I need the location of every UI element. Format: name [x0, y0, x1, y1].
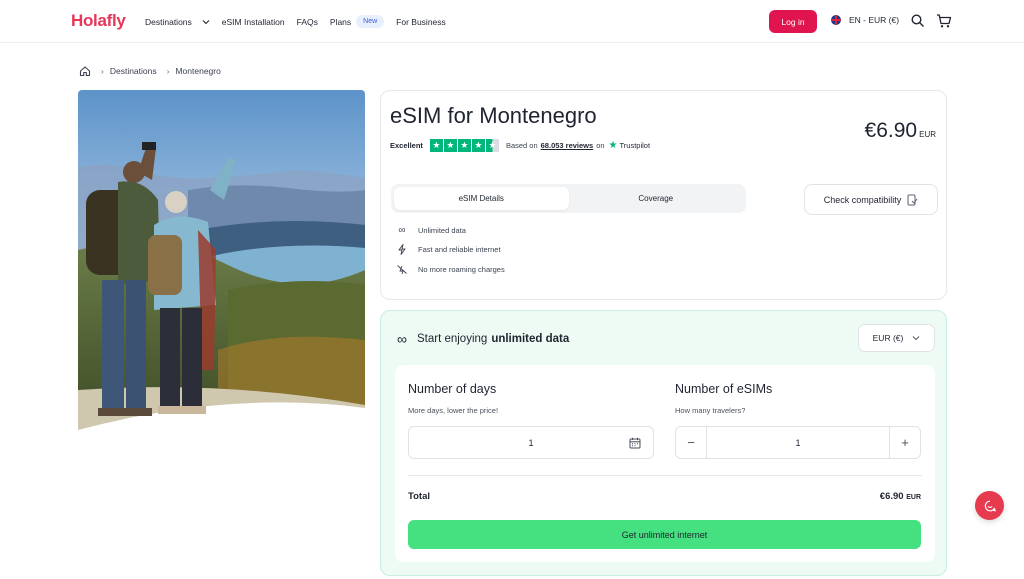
days-value: 1: [528, 437, 534, 448]
feature-no-roaming: No more roaming charges: [396, 264, 505, 275]
currency-select-value: EUR (€): [872, 333, 904, 343]
esims-value[interactable]: 1: [676, 438, 920, 448]
total-value: €6.90 EUR: [880, 491, 921, 502]
increment-button[interactable]: +: [889, 427, 920, 458]
infinity-icon: ∞: [398, 225, 406, 236]
new-badge: New: [356, 15, 385, 28]
infinity-icon: ∞: [397, 331, 407, 347]
trustpilot-logo: ★ Trustpilot: [609, 140, 651, 151]
login-button[interactable]: Log in: [769, 10, 817, 33]
currency-select[interactable]: EUR (€): [858, 324, 935, 352]
reviews-prefix: Based on: [505, 141, 538, 150]
plan-form: Number of days More days, lower the pric…: [395, 365, 935, 562]
cart-icon[interactable]: [936, 13, 952, 29]
reviews-link[interactable]: 68.053 reviews: [541, 141, 594, 150]
esims-title: Number of eSIMs: [675, 382, 773, 396]
plan-card: ∞ Start enjoying unlimited data EUR (€) …: [380, 310, 947, 576]
nav-faqs-label: FAQs: [296, 16, 318, 27]
breadcrumb: › Destinations › Montenegro: [79, 64, 221, 78]
days-date-field[interactable]: 1: [408, 426, 654, 459]
chevron-down-icon: [202, 19, 210, 24]
star-icon: ★: [457, 139, 471, 152]
product-tabs: eSIM Details Coverage: [391, 184, 746, 213]
language-selector[interactable]: EN - EUR (€): [831, 15, 899, 25]
breadcrumb-montenegro: Montenegro: [175, 66, 221, 76]
feature-label: No more roaming charges: [418, 265, 505, 274]
nav-plans[interactable]: Plans New: [329, 15, 385, 28]
check-compatibility-button[interactable]: Check compatibility: [804, 184, 938, 215]
esims-quantity-stepper: − 1 +: [675, 426, 921, 459]
breadcrumb-destinations[interactable]: Destinations: [110, 66, 157, 76]
feature-unlimited-data: ∞ Unlimited data: [396, 225, 466, 236]
star-icon: ★: [443, 139, 457, 152]
phone-check-icon: [907, 194, 918, 205]
check-compatibility-label: Check compatibility: [823, 194, 902, 205]
trustpilot-label: Trustpilot: [619, 141, 651, 150]
nav-plans-label: Plans: [329, 16, 352, 27]
plan-heading: ∞ Start enjoying unlimited data: [397, 331, 569, 347]
star-icon: ★: [429, 139, 443, 152]
trustpilot-rating: Excellent ★ ★ ★ ★ ★ Based on 68.053 revi…: [390, 139, 650, 152]
nav-destinations-label: Destinations: [145, 16, 192, 27]
tab-esim-details[interactable]: eSIM Details: [394, 187, 569, 210]
esims-subtitle: How many travelers?: [675, 406, 746, 415]
days-subtitle: More days, lower the price!: [408, 406, 499, 415]
product-card: eSIM for Montenegro Excellent ★ ★ ★ ★ ★ …: [380, 90, 947, 300]
divider: [408, 475, 922, 476]
total-label: Total: [408, 491, 430, 502]
chevron-right-icon: ›: [101, 66, 104, 76]
rating-stars: ★ ★ ★ ★ ★: [429, 139, 500, 152]
travelers-hero-image: [78, 90, 365, 433]
main-nav: Destinations eSIM Installation FAQs Plan…: [145, 0, 458, 43]
language-label: EN - EUR (€): [849, 15, 900, 25]
feature-fast-internet: Fast and reliable internet: [396, 244, 501, 255]
total-amount: €6.90: [879, 491, 904, 502]
half-star-icon: ★: [485, 139, 499, 152]
tab-coverage[interactable]: Coverage: [569, 187, 744, 210]
days-title: Number of days: [408, 382, 497, 396]
star-icon: ★: [471, 139, 485, 152]
rating-word: Excellent: [390, 141, 423, 150]
flag-uk-icon: [831, 15, 841, 25]
feature-label: Fast and reliable internet: [418, 245, 501, 254]
nav-esim-installation[interactable]: eSIM Installation: [222, 17, 285, 27]
price-currency: EUR: [919, 130, 936, 139]
bolt-icon: [398, 244, 406, 255]
nav-esim-installation-label: eSIM Installation: [221, 16, 285, 27]
no-roaming-icon: [397, 265, 407, 275]
top-header: Holafly Destinations eSIM Installation F…: [0, 0, 1024, 43]
nav-destinations[interactable]: Destinations: [145, 17, 210, 27]
nav-for-business-label: For Business: [396, 16, 446, 27]
plan-heading-bold: unlimited data: [491, 333, 570, 345]
reviews-on: on: [596, 141, 605, 150]
page-title: eSIM for Montenegro: [390, 103, 597, 128]
plan-heading-prefix: Start enjoying: [416, 333, 488, 345]
help-chat-button[interactable]: [975, 491, 1004, 520]
get-unlimited-internet-button[interactable]: Get unlimited internet: [408, 520, 921, 549]
nav-for-business[interactable]: For Business: [396, 17, 446, 27]
chat-icon: [984, 500, 996, 511]
trustpilot-star-icon: ★: [608, 140, 618, 151]
total-currency: EUR: [906, 494, 921, 501]
home-icon[interactable]: [79, 65, 91, 77]
search-icon[interactable]: [910, 13, 926, 29]
holafly-logo[interactable]: Holafly: [71, 11, 126, 31]
feature-label: Unlimited data: [418, 226, 466, 235]
chevron-down-icon: [912, 336, 920, 341]
chevron-right-icon: ›: [166, 66, 170, 76]
price-display: €6.90 EUR: [865, 119, 936, 143]
calendar-icon[interactable]: [629, 437, 641, 449]
nav-faqs[interactable]: FAQs: [297, 17, 318, 27]
price-value: €6.90: [864, 119, 918, 142]
